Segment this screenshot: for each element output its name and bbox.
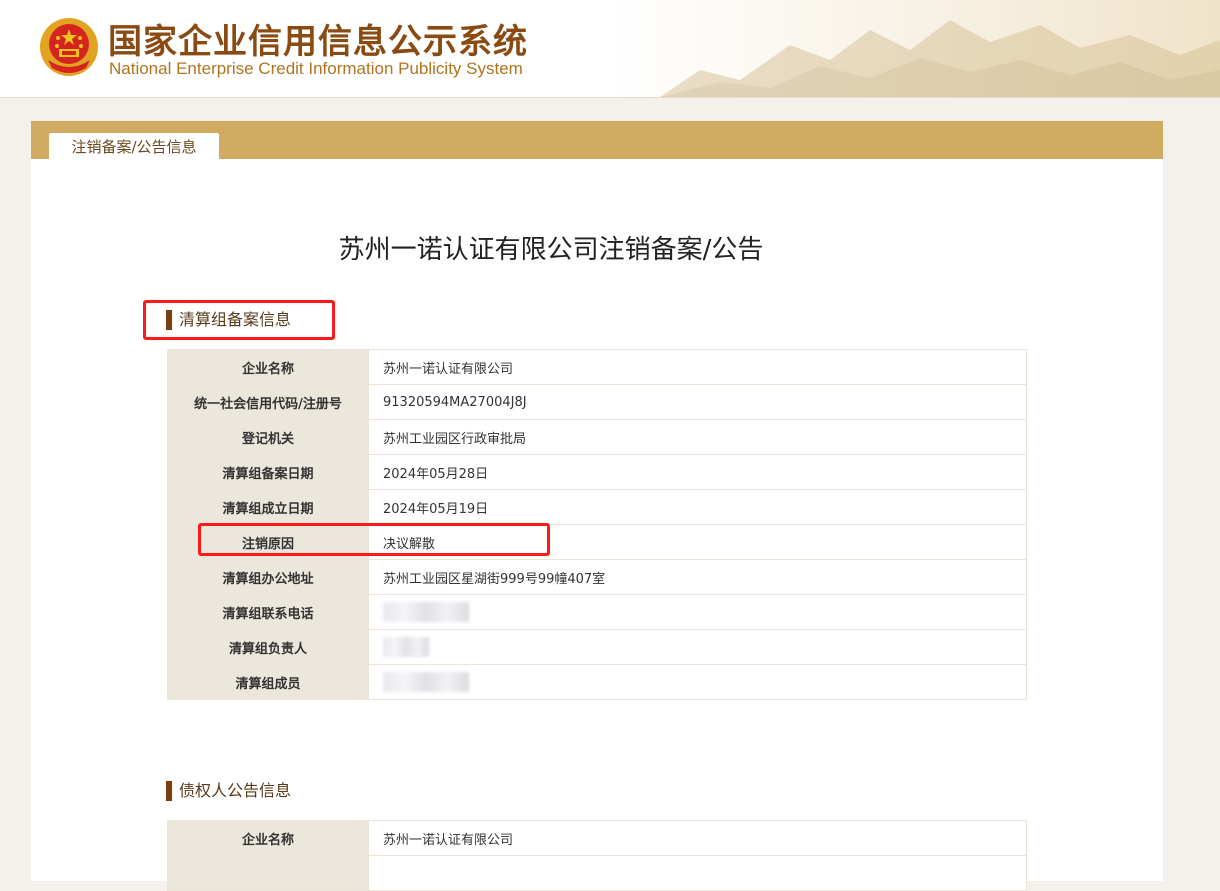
row-value: 苏州一诺认证有限公司	[368, 349, 1027, 385]
row-label: 清算组办公地址	[167, 559, 369, 595]
national-emblem-icon	[40, 18, 98, 76]
row-label	[167, 855, 369, 891]
row-value-redacted	[368, 664, 1027, 700]
creditor-info-table: 企业名称 苏州一诺认证有限公司	[167, 820, 1027, 891]
row-value: 苏州工业园区星湖街999号99幢407室	[368, 559, 1027, 595]
redacted-blur	[383, 602, 469, 622]
row-label: 登记机关	[167, 419, 369, 455]
row-label: 清算组联系电话	[167, 594, 369, 630]
row-value-redacted	[368, 594, 1027, 630]
table-row: 清算组成立日期 2024年05月19日	[167, 489, 1027, 525]
table-row: 企业名称 苏州一诺认证有限公司	[167, 820, 1027, 856]
table-row: 清算组联系电话	[167, 594, 1027, 630]
row-value: 2024年05月28日	[368, 454, 1027, 490]
site-header: 国家企业信用信息公示系统 National Enterprise Credit …	[0, 0, 1220, 98]
row-value-redacted	[368, 629, 1027, 665]
table-row: 清算组成员	[167, 664, 1027, 700]
tab-deregistration-notice[interactable]: 注销备案/公告信息	[49, 133, 219, 159]
row-label: 清算组备案日期	[167, 454, 369, 490]
content-panel: 注销备案/公告信息 苏州一诺认证有限公司注销备案/公告 清算组备案信息 企业名称…	[31, 121, 1163, 891]
row-label: 企业名称	[167, 349, 369, 385]
site-title-english: National Enterprise Credit Information P…	[109, 59, 523, 78]
notice-title: 苏州一诺认证有限公司注销备案/公告	[338, 235, 764, 265]
site-title-chinese: 国家企业信用信息公示系统	[108, 22, 528, 62]
row-label: 清算组负责人	[167, 629, 369, 665]
row-value: 2024年05月19日	[368, 489, 1027, 525]
highlight-box-deregistration-reason	[198, 523, 550, 556]
row-value: 苏州工业园区行政审批局	[368, 419, 1027, 455]
highlight-box-section-title	[143, 300, 335, 340]
table-row: 统一社会信用代码/注册号 91320594MA27004J8J	[167, 384, 1027, 420]
table-row: 清算组备案日期 2024年05月28日	[167, 454, 1027, 490]
row-label: 企业名称	[167, 820, 369, 856]
table-row	[167, 855, 1027, 891]
table-row: 登记机关 苏州工业园区行政审批局	[167, 419, 1027, 455]
table-row: 清算组办公地址 苏州工业园区星湖街999号99幢407室	[167, 559, 1027, 595]
row-label: 统一社会信用代码/注册号	[167, 384, 369, 420]
mountain-landscape-decoration	[660, 20, 1220, 97]
row-value: 苏州一诺认证有限公司	[368, 820, 1027, 856]
row-value: 91320594MA27004J8J	[368, 384, 1027, 420]
redacted-blur	[383, 637, 429, 657]
row-value	[368, 855, 1027, 891]
row-label: 清算组成立日期	[167, 489, 369, 525]
table-row: 企业名称 苏州一诺认证有限公司	[167, 349, 1027, 385]
row-label: 清算组成员	[167, 664, 369, 700]
redacted-blur	[383, 672, 469, 692]
section-title-creditor-notice: 债权人公告信息	[166, 781, 291, 801]
table-row: 清算组负责人	[167, 629, 1027, 665]
